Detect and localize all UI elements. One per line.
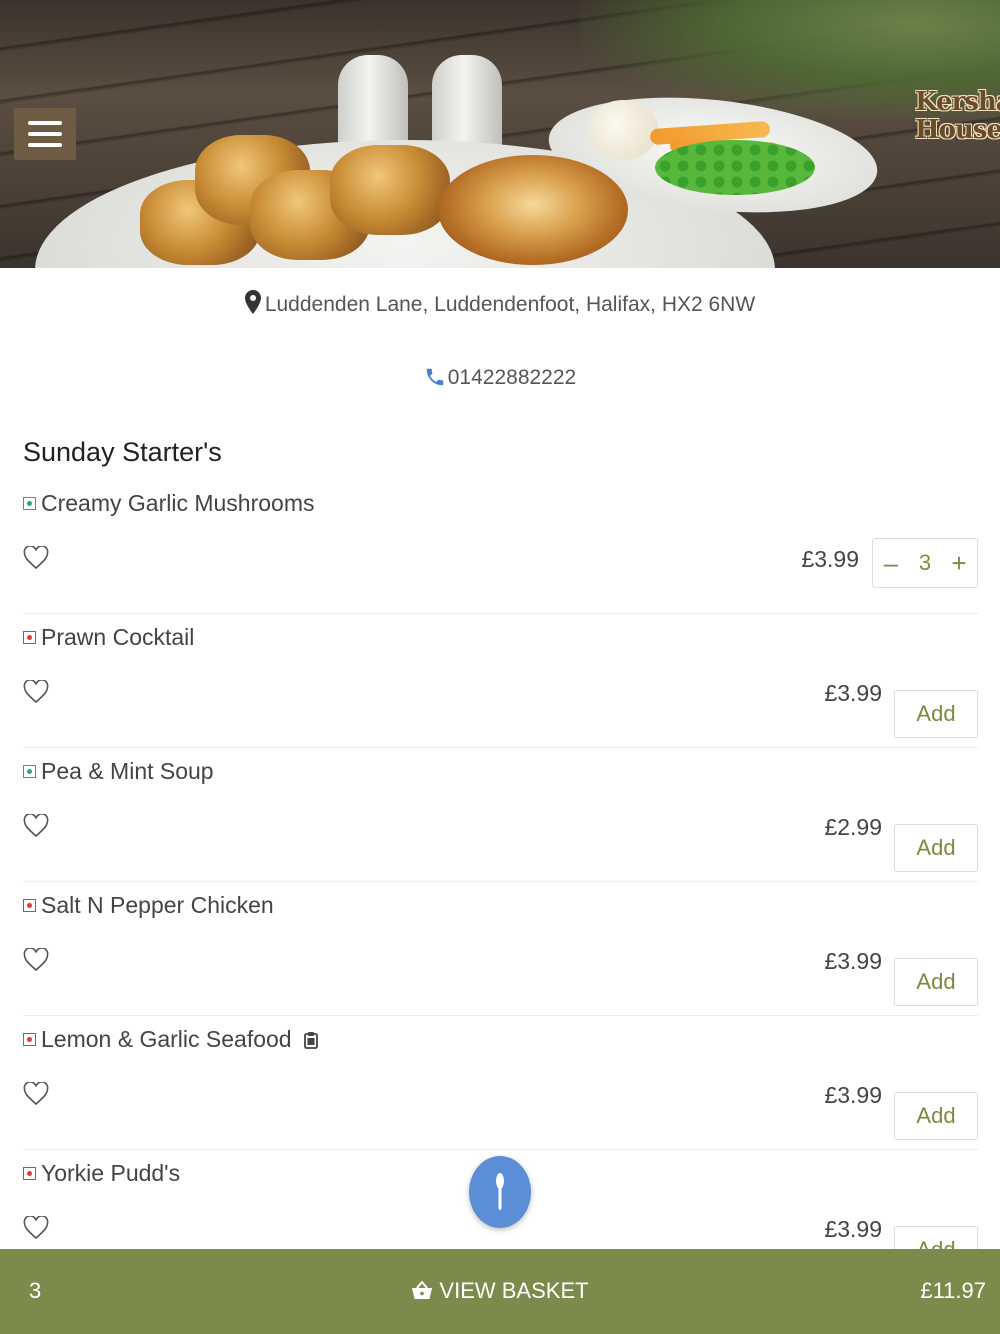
favorite-heart-icon[interactable]: [23, 680, 49, 704]
increase-quantity-button[interactable]: +: [947, 548, 971, 579]
hamburger-icon-bar: [28, 132, 62, 136]
quantity-value: 3: [918, 550, 932, 575]
nonveg-indicator-icon: [23, 1167, 36, 1180]
restaurant-logo[interactable]: Kershaw House: [915, 87, 1000, 145]
add-item-button[interactable]: Add: [894, 824, 978, 872]
logo-line-2: House: [915, 115, 1000, 145]
view-basket-button[interactable]: VIEW BASKET: [0, 1278, 1000, 1304]
cauliflower: [588, 100, 658, 160]
clipboard-icon[interactable]: [303, 1031, 318, 1049]
item-name: Prawn Cocktail: [41, 624, 195, 650]
item-price: £3.99: [824, 948, 882, 974]
quantity-stepper: – 3 +: [872, 538, 978, 588]
menu-item: Pea & Mint Soup £2.99 Add: [23, 748, 978, 882]
item-name: Yorkie Pudd's: [41, 1160, 181, 1186]
item-name: Creamy Garlic Mushrooms: [41, 490, 315, 516]
view-basket-label: VIEW BASKET: [439, 1278, 589, 1303]
veg-indicator-icon: [23, 765, 36, 778]
phone-number[interactable]: 01422882222: [448, 366, 576, 389]
hamburger-menu-button[interactable]: [14, 108, 76, 160]
hero-banner: Kershaw House: [0, 0, 1000, 268]
basket-icon: [412, 1280, 433, 1299]
item-price: £2.99: [824, 814, 882, 840]
menu-item: Prawn Cocktail £3.99 Add: [23, 614, 978, 748]
favorite-heart-icon[interactable]: [23, 546, 49, 570]
phone-icon: [426, 368, 443, 386]
decrease-quantity-button[interactable]: –: [879, 548, 903, 579]
peas: [655, 140, 815, 195]
item-name: Lemon & Garlic Seafood: [41, 1026, 292, 1052]
menu-item: Lemon & Garlic Seafood £3.99 Add: [23, 1016, 978, 1150]
add-item-button[interactable]: Add: [894, 1092, 978, 1140]
add-item-button[interactable]: Add: [894, 958, 978, 1006]
address-text: Luddenden Lane, Luddendenfoot, Halifax, …: [264, 293, 756, 316]
yorkshire-pudding: [438, 155, 628, 265]
section-title: Sunday Starter's: [23, 437, 222, 467]
item-price: £3.99: [824, 680, 882, 706]
add-item-button[interactable]: Add: [894, 690, 978, 738]
item-name: Pea & Mint Soup: [41, 758, 214, 784]
hamburger-icon: [28, 121, 62, 125]
hamburger-icon-bar: [28, 143, 62, 147]
favorite-heart-icon[interactable]: [23, 948, 49, 972]
address-row: Luddenden Lane, Luddendenfoot, Halifax, …: [0, 290, 1000, 317]
item-price: £3.99: [824, 1216, 882, 1242]
nonveg-indicator-icon: [23, 899, 36, 912]
favorite-heart-icon[interactable]: [23, 1216, 49, 1240]
favorite-heart-icon[interactable]: [23, 814, 49, 838]
cutlery-icon: [496, 1173, 504, 1210]
item-price: £3.99: [801, 546, 859, 572]
phone-row[interactable]: 01422882222: [0, 366, 1000, 390]
menu-categories-fab[interactable]: [469, 1156, 531, 1228]
veg-indicator-icon: [23, 497, 36, 510]
item-name: Salt N Pepper Chicken: [41, 892, 274, 918]
basket-total: £11.97: [920, 1278, 986, 1303]
basket-bar[interactable]: 3 VIEW BASKET £11.97: [0, 1249, 1000, 1334]
nonveg-indicator-icon: [23, 1033, 36, 1046]
item-price: £3.99: [824, 1082, 882, 1108]
map-pin-icon: [244, 290, 261, 314]
menu-item: Creamy Garlic Mushrooms £3.99 – 3 +: [23, 480, 978, 614]
logo-line-1: Kershaw: [915, 87, 1000, 117]
menu-item: Salt N Pepper Chicken £3.99 Add: [23, 882, 978, 1016]
nonveg-indicator-icon: [23, 631, 36, 644]
roast-potato: [330, 145, 450, 235]
favorite-heart-icon[interactable]: [23, 1082, 49, 1106]
